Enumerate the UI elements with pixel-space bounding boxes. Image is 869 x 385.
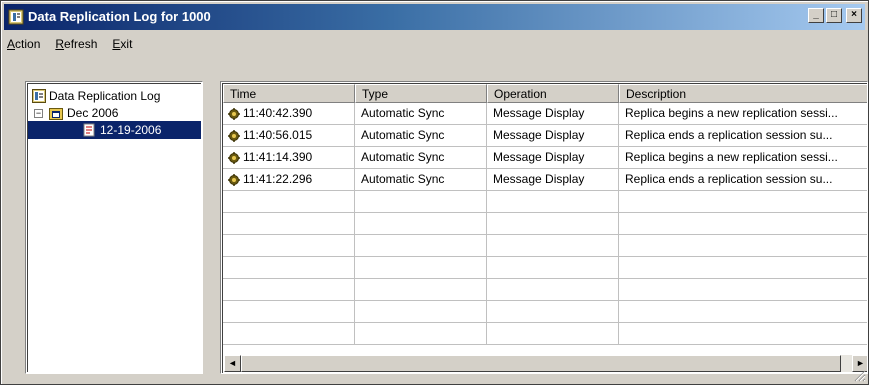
maximize-button[interactable]: □ [826, 8, 842, 23]
row-operation: Message Display [487, 169, 619, 191]
menu-action[interactable]: Action [5, 35, 42, 55]
log-list-pane[interactable]: Time Type Operation Description 11:40:42… [220, 81, 868, 374]
collapse-toggle[interactable]: − [34, 109, 43, 118]
empty-row [223, 323, 867, 345]
row-type: Automatic Sync [355, 103, 487, 125]
row-time: 11:40:42.390 [243, 106, 313, 120]
table-row[interactable]: 11:41:14.390 Automatic Sync Message Disp… [223, 147, 867, 169]
column-header-operation[interactable]: Operation [487, 84, 619, 103]
row-description: Replica begins a new replication sessi..… [619, 103, 867, 125]
scroll-left-button[interactable]: ◄ [224, 355, 241, 372]
row-operation: Message Display [487, 125, 619, 147]
calendar-folder-icon [49, 108, 63, 120]
log-book-icon [8, 9, 24, 25]
menu-refresh[interactable]: Refresh [53, 35, 99, 55]
column-header-time[interactable]: Time [223, 84, 355, 103]
resize-grip-icon[interactable] [854, 370, 866, 382]
table-row[interactable]: 11:40:42.390 Automatic Sync Message Disp… [223, 103, 867, 125]
tree-month-label: Dec 2006 [67, 106, 119, 120]
sync-gear-icon [228, 129, 240, 142]
horizontal-scrollbar[interactable]: ◄ ► [224, 355, 867, 372]
empty-row [223, 279, 867, 301]
row-time: 11:40:56.015 [243, 128, 313, 142]
empty-row [223, 257, 867, 279]
log-rows: 11:40:42.390 Automatic Sync Message Disp… [223, 103, 867, 345]
list-header: Time Type Operation Description [223, 84, 867, 103]
row-operation: Message Display [487, 103, 619, 125]
replication-log-window: Data Replication Log for 1000 _ □ × Acti… [0, 0, 869, 385]
scroll-thumb[interactable] [241, 355, 841, 372]
sync-gear-icon [228, 107, 240, 120]
column-header-description[interactable]: Description [619, 84, 867, 103]
row-type: Automatic Sync [355, 169, 487, 191]
table-row[interactable]: 11:40:56.015 Automatic Sync Message Disp… [223, 125, 867, 147]
daily-log-icon [83, 123, 95, 137]
row-description: Replica ends a replication session su... [619, 169, 867, 191]
row-description: Replica ends a replication session su... [619, 125, 867, 147]
row-time: 11:41:14.390 [243, 150, 313, 164]
tree-item-day-selected[interactable]: 12-19-2006 [28, 121, 201, 139]
empty-row [223, 213, 867, 235]
row-operation: Message Display [487, 147, 619, 169]
log-book-icon [32, 89, 46, 103]
table-row[interactable]: 11:41:22.296 Automatic Sync Message Disp… [223, 169, 867, 191]
menu-exit[interactable]: Exit [110, 35, 134, 55]
tree-day-label: 12-19-2006 [100, 123, 162, 137]
window-title: Data Replication Log for 1000 [28, 9, 211, 24]
sync-gear-icon [228, 151, 240, 164]
row-type: Automatic Sync [355, 125, 487, 147]
tree-root-label: Data Replication Log [49, 89, 161, 103]
title-bar[interactable]: Data Replication Log for 1000 _ □ × [4, 4, 865, 30]
row-description: Replica begins a new replication sessi..… [619, 147, 867, 169]
tree-pane[interactable]: Data Replication Log − Dec 2006 12-19-20… [25, 81, 203, 374]
menu-bar: Action Refresh Exit [5, 35, 134, 55]
empty-row [223, 235, 867, 257]
sync-gear-icon [228, 173, 240, 186]
close-button[interactable]: × [846, 8, 862, 23]
tree-item-month[interactable]: − Dec 2006 [34, 104, 184, 122]
minimize-button[interactable]: _ [808, 8, 824, 23]
empty-row [223, 191, 867, 213]
row-type: Automatic Sync [355, 147, 487, 169]
column-header-type[interactable]: Type [355, 84, 487, 103]
caption-buttons: _ □ × [808, 8, 862, 23]
row-time: 11:41:22.296 [243, 172, 313, 186]
empty-row [223, 301, 867, 323]
